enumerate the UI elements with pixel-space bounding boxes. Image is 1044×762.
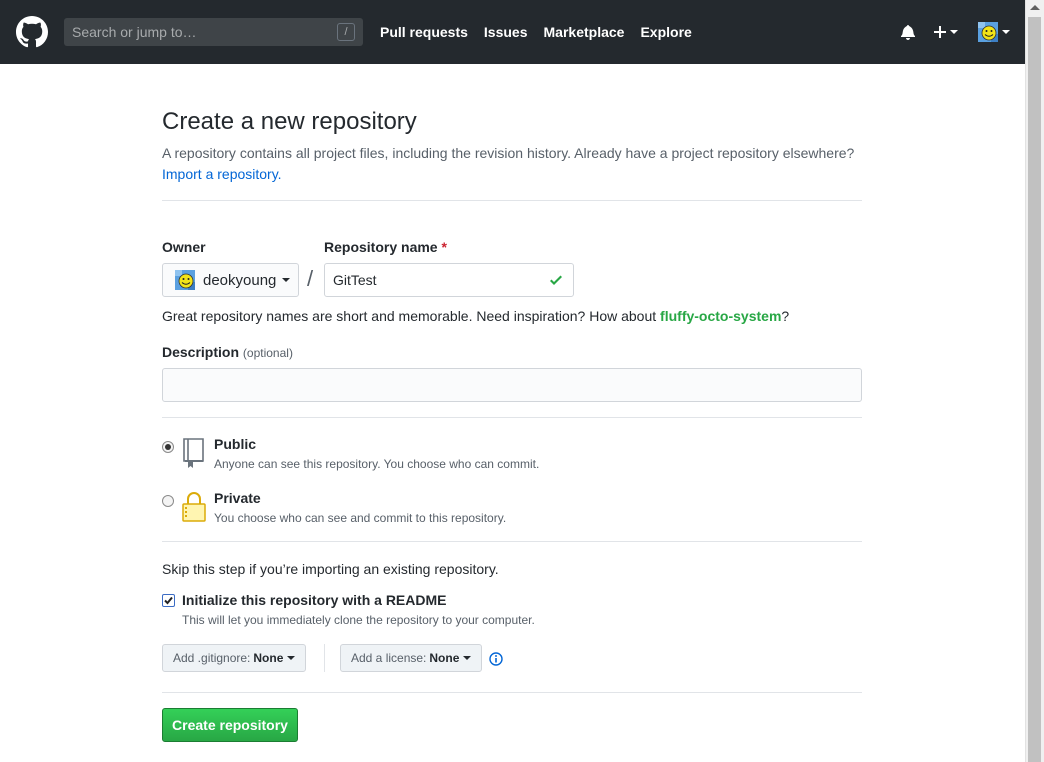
main-nav: Pull requests Issues Marketplace Explore xyxy=(380,0,708,64)
private-radio[interactable] xyxy=(162,495,174,507)
nav-pull-requests[interactable]: Pull requests xyxy=(380,24,468,40)
plus-icon xyxy=(934,26,946,38)
page-title: Create a new repository xyxy=(162,108,417,135)
chevron-down-icon xyxy=(282,278,291,282)
nav-marketplace[interactable]: Marketplace xyxy=(544,24,625,40)
repo-book-icon xyxy=(183,438,204,468)
divider xyxy=(162,692,862,693)
import-repository-link[interactable]: Import a repository. xyxy=(162,166,282,182)
repo-name-label-text: Repository name xyxy=(324,239,438,255)
divider xyxy=(162,541,862,542)
divider xyxy=(162,417,862,418)
page-subtitle: A repository contains all project files,… xyxy=(162,143,882,185)
description-input[interactable] xyxy=(162,368,862,402)
owner-name: deokyoung xyxy=(203,271,277,289)
search-input[interactable] xyxy=(64,18,340,46)
scroll-up-arrow-icon[interactable] xyxy=(1030,5,1040,10)
avatar xyxy=(978,22,998,42)
search-box[interactable]: / xyxy=(64,18,363,46)
owner-repo-separator: / xyxy=(307,266,314,291)
hint-suffix: ? xyxy=(781,308,790,324)
repo-name-label: Repository name * xyxy=(324,239,447,255)
repository-name-input[interactable] xyxy=(324,263,574,297)
gitignore-value: None xyxy=(253,651,284,665)
owner-label: Owner xyxy=(162,239,206,255)
public-description: Anyone can see this repository. You choo… xyxy=(214,457,540,471)
license-label: Add a license: xyxy=(351,651,427,665)
select-separator xyxy=(324,644,325,672)
top-navbar: / Pull requests Issues Marketplace Explo… xyxy=(0,0,1025,64)
chevron-down-icon xyxy=(950,30,958,34)
page-scrollbar[interactable] xyxy=(1025,0,1044,762)
check-icon xyxy=(550,275,562,285)
public-radio[interactable] xyxy=(162,441,174,453)
private-title: Private xyxy=(214,490,261,506)
user-menu-dropdown[interactable] xyxy=(978,22,1010,42)
scrollbar-thumb[interactable] xyxy=(1028,17,1041,762)
create-repository-button[interactable]: Create repository xyxy=(162,708,298,742)
optional-tag: (optional) xyxy=(242,346,293,360)
init-readme-label[interactable]: Initialize this repository with a README xyxy=(182,592,446,608)
init-readme-checkbox[interactable] xyxy=(162,594,175,607)
info-icon[interactable] xyxy=(489,652,503,666)
bell-icon[interactable] xyxy=(900,24,916,40)
description-label: Description (optional) xyxy=(162,344,293,360)
subtitle-text: A repository contains all project files,… xyxy=(162,145,855,161)
private-description: You choose who can see and commit to thi… xyxy=(214,511,507,525)
checkmark-icon xyxy=(164,596,173,605)
description-label-text: Description xyxy=(162,344,240,360)
github-logo-icon[interactable] xyxy=(16,16,48,48)
nav-issues[interactable]: Issues xyxy=(484,24,528,40)
divider xyxy=(162,200,862,201)
license-select-button[interactable]: Add a license: None xyxy=(340,644,483,672)
required-mark: * xyxy=(441,239,447,255)
gitignore-select-button[interactable]: Add .gitignore: None xyxy=(162,644,307,672)
search-shortcut-key: / xyxy=(337,23,355,41)
hint-text: Great repository names are short and mem… xyxy=(162,308,657,324)
nav-explore[interactable]: Explore xyxy=(640,24,691,40)
gitignore-label: Add .gitignore: xyxy=(173,651,251,665)
skip-note: Skip this step if you’re importing an ex… xyxy=(162,561,499,577)
chevron-down-icon xyxy=(287,656,296,660)
create-new-dropdown[interactable] xyxy=(934,26,958,38)
owner-select-button[interactable]: deokyoung xyxy=(162,263,299,297)
header-actions xyxy=(900,0,1010,64)
public-title: Public xyxy=(214,436,257,452)
repo-name-hint: Great repository names are short and mem… xyxy=(162,308,789,324)
license-value: None xyxy=(429,651,460,665)
chevron-down-icon xyxy=(463,656,472,660)
chevron-down-icon xyxy=(1002,30,1010,34)
avatar xyxy=(175,270,195,290)
lock-icon xyxy=(182,492,206,522)
name-suggestion-link[interactable]: fluffy-octo-system xyxy=(660,308,781,324)
init-readme-note: This will let you immediately clone the … xyxy=(182,613,535,627)
